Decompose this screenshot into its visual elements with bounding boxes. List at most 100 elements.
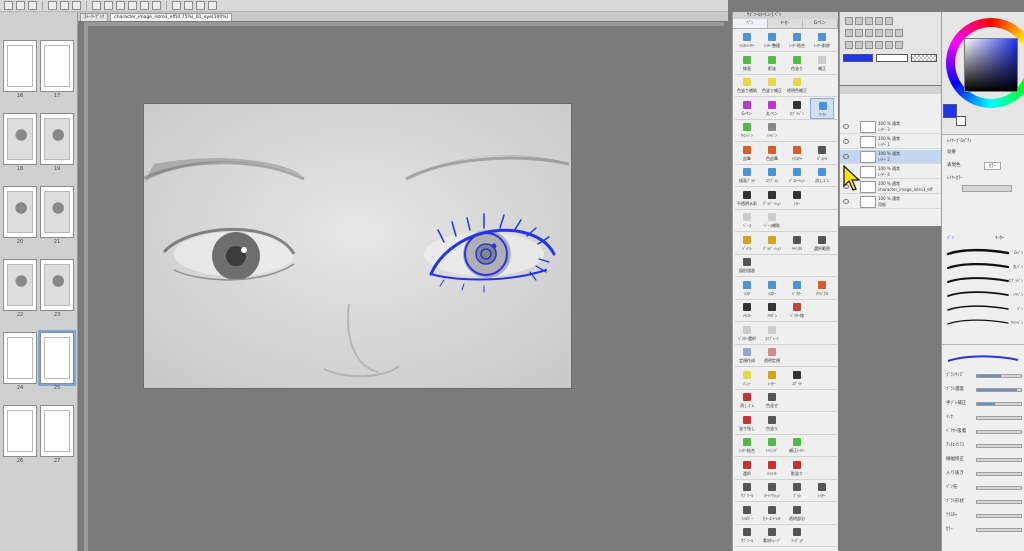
subtool-item[interactable]: 描画ﾌﾞﾗｼ	[735, 165, 759, 186]
subtool-item[interactable]: 色塗り補正	[760, 75, 784, 96]
layer-color-control[interactable]	[962, 185, 1012, 192]
brush-stroke-preview[interactable]	[946, 262, 1010, 271]
tool-property-row[interactable]: ｱﾝﾁｴｲﾘｱｽ	[946, 441, 1024, 451]
shape-icon[interactable]	[865, 41, 873, 49]
subtool-item[interactable]: 塗り残し	[735, 413, 759, 434]
subtool-item[interactable]: ﾍﾞｸﾀｰ線	[785, 300, 809, 321]
clear-icon[interactable]	[72, 1, 81, 10]
main-color-chip[interactable]	[843, 54, 873, 62]
subtool-item[interactable]: ｺﾏﾌﾞﾚｰﾄ	[760, 323, 784, 344]
pen-icon[interactable]	[875, 29, 883, 37]
secondary-color-chip[interactable]	[956, 116, 966, 126]
ruler-icon[interactable]	[152, 1, 161, 10]
subtool-item[interactable]: ﾗｽﾀｰ	[760, 278, 784, 299]
subtool-item[interactable]: ﾁｬﾝﾈﾙ	[785, 233, 809, 254]
sub-color-chip[interactable]	[876, 54, 908, 62]
tool-property-slider[interactable]	[976, 500, 1022, 504]
layer-row[interactable]: 100 % 通常 ﾚｲﾔｰ 3	[840, 120, 942, 134]
eye-icon[interactable]	[843, 139, 849, 144]
subtool-item[interactable]: 線画	[735, 53, 759, 74]
subtool-item[interactable]: 透明色補正	[785, 75, 809, 96]
doc-tab-eye[interactable]: character_image_intro3_eff(0.75%)_01_eye…	[110, 13, 233, 21]
subtool-item[interactable]: ｻﾌﾞﾂｰﾙ	[735, 525, 759, 546]
open-icon[interactable]	[16, 1, 25, 10]
page-thumbnail[interactable]	[40, 40, 74, 92]
tool-property-row[interactable]: ｲﾝｸ	[946, 413, 1024, 423]
subtool-item[interactable]: 補正	[810, 53, 834, 74]
subtool-item[interactable]: ﾌﾞﾗｼ	[785, 480, 809, 501]
subtool-tab-gpen[interactable]: Gペン	[803, 19, 838, 28]
subtool-item[interactable]: 定規作成	[735, 345, 759, 366]
hand-icon[interactable]	[865, 17, 873, 25]
brush-stroke-preview[interactable]	[946, 248, 1010, 257]
tool-property-row[interactable]: ﾃｸｽﾁｬ	[946, 511, 1024, 521]
subtool-item[interactable]: 丸ペン	[760, 98, 784, 119]
redo-icon[interactable]	[60, 1, 69, 10]
subtool-item[interactable]: ﾐﾘﾍﾟﾝ	[760, 120, 784, 141]
subtool-item[interactable]: 透明定規	[760, 345, 784, 366]
page-thumbnail[interactable]	[40, 186, 74, 238]
text-icon[interactable]	[875, 41, 883, 49]
tool-property-row[interactable]: ﾌﾞﾗｼ濃度	[946, 385, 1024, 395]
crop-icon[interactable]	[104, 1, 113, 10]
subtool-item[interactable]: ﾍﾞｸﾀｰ	[785, 278, 809, 299]
subtool-item[interactable]: ﾍﾟｲﾝﾄ	[735, 233, 759, 254]
color-saturation-square[interactable]	[964, 38, 1018, 92]
tool-property-slider[interactable]	[976, 458, 1022, 462]
subtool-item[interactable]: 選択	[735, 458, 759, 479]
balloon-icon[interactable]	[895, 41, 903, 49]
subtool-item[interactable]: ﾍﾞｰｽ	[735, 210, 759, 231]
wand-icon[interactable]	[855, 29, 863, 37]
eye-icon[interactable]	[843, 154, 849, 159]
tool-property-slider[interactable]	[976, 444, 1022, 448]
select-icon[interactable]	[885, 17, 893, 25]
subtool-item[interactable]: ﾚｲﾔｰ結合	[785, 30, 809, 51]
layer-row[interactable]: 100 % 通常 用紙	[840, 195, 942, 209]
subtool-item[interactable]: 消しｺﾞﾑ	[810, 165, 834, 186]
gradient-icon[interactable]	[855, 41, 863, 49]
subtool-item[interactable]: 素材ｼｪｰﾌﾟ	[760, 525, 784, 546]
zoom-icon[interactable]	[845, 17, 853, 25]
eye-photo-canvas[interactable]	[143, 103, 572, 389]
page-strip[interactable]: 16 17 18 19 20 21 22 23 24 25 26 27	[0, 12, 78, 551]
subtool-item[interactable]: ｸﾞﾗﾃﾞｰｼｮﾝ	[760, 188, 784, 209]
subtool-item[interactable]: ｴｱﾌﾞﾗｼ	[760, 165, 784, 186]
subtool-item[interactable]: ﾚｲﾔｰ結合	[735, 435, 759, 456]
layer-row[interactable]: 100 % 通常 ﾚｲﾔｰ 2	[840, 150, 942, 164]
subtool-item[interactable]: ｵｰﾄｱｸｼｮﾝ	[760, 480, 784, 501]
subtool-item[interactable]: 消しｺﾞﾑ	[735, 390, 759, 411]
tool-property-row[interactable]: 手ﾌﾞﾚ補正	[946, 399, 1024, 409]
page-thumbnail[interactable]	[3, 259, 37, 311]
save-icon[interactable]	[28, 1, 37, 10]
subtool-item[interactable]: ﾌｫﾙﾀﾞｰ	[735, 503, 759, 524]
page-thumbnail[interactable]	[3, 332, 37, 384]
subtool-tab-marker[interactable]: ﾏｰｶｰ	[768, 19, 803, 28]
subtool-item[interactable]: 色混ぜ	[760, 390, 784, 411]
tool-property-row[interactable]: ﾍﾟﾝ先	[946, 483, 1024, 493]
page-thumbnail[interactable]	[40, 259, 74, 311]
subtool-item[interactable]: ｻﾌﾞﾂｰﾙ	[735, 480, 759, 501]
eye-icon[interactable]	[843, 124, 849, 129]
subtool-item[interactable]: 選択範囲	[810, 233, 834, 254]
transparent-color-chip[interactable]	[911, 54, 937, 62]
current-color-chip[interactable]	[943, 104, 957, 118]
tool-property-row[interactable]: 線幅修正	[946, 455, 1024, 465]
subtool-item[interactable]: ｵﾘｼﾞﾅﾙ	[810, 278, 834, 299]
subtool-item[interactable]: ﾏｰｶｰ	[810, 97, 834, 119]
brush-icon[interactable]	[208, 1, 217, 10]
subtool-item[interactable]: ｽﾎﾟｲﾄ	[785, 368, 809, 389]
eyedropper-icon[interactable]	[865, 29, 873, 37]
subtool-item[interactable]: 色鉛筆	[760, 143, 784, 164]
page-thumbnail[interactable]	[3, 186, 37, 238]
subtool-item[interactable]: ﾒﾆｭｰ	[735, 368, 759, 389]
brush-stroke-preview[interactable]	[946, 290, 1010, 299]
brush-stroke-preview[interactable]	[946, 276, 1010, 285]
color-icon[interactable]	[196, 1, 205, 10]
brush-icon[interactable]	[885, 29, 893, 37]
subtool-item[interactable]: ｶﾌﾞﾗﾍﾟﾝ	[785, 98, 809, 119]
subtool-item[interactable]: ﾃｷｽﾄ	[735, 300, 759, 321]
eye-icon[interactable]	[843, 199, 849, 204]
subtool-item[interactable]: 透明部分	[785, 503, 809, 524]
subtool-item[interactable]: ｶﾗｰｺﾝﾄﾗｽﾄ	[760, 503, 784, 524]
tool-property-slider[interactable]	[976, 528, 1022, 532]
